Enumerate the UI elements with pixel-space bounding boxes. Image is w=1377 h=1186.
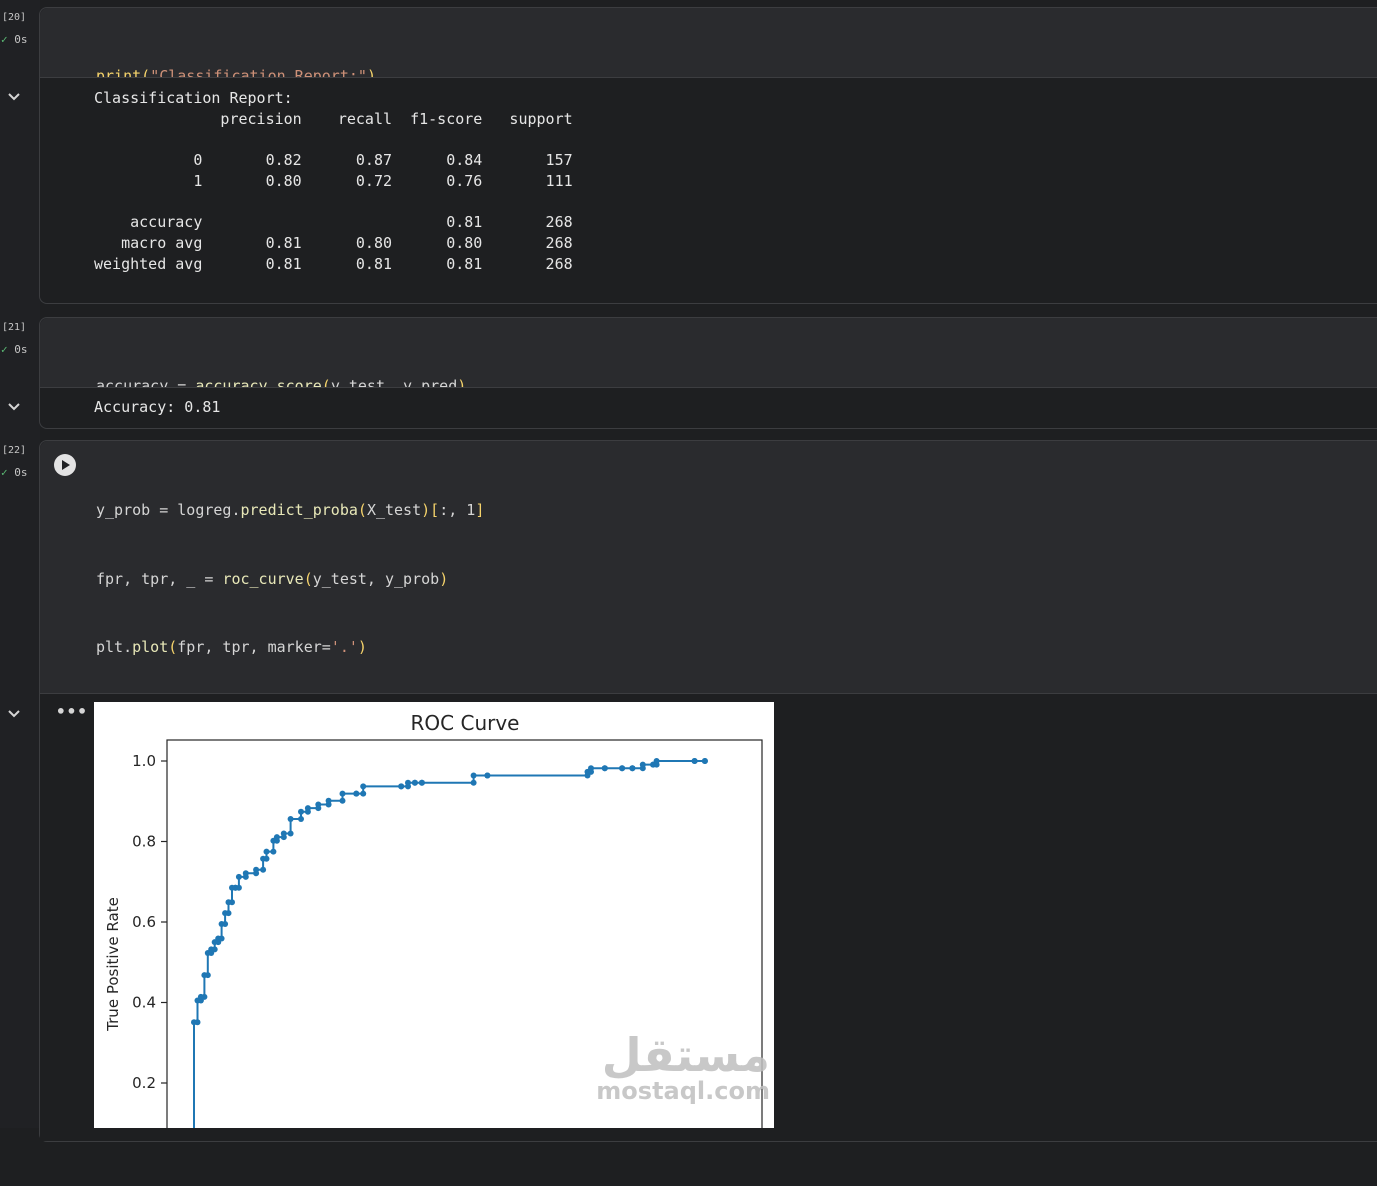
- collapse-output-chevron-icon[interactable]: [6, 398, 22, 414]
- code-editor[interactable]: y_prob = logreg.predict_proba(X_test)[:,…: [40, 441, 1377, 1137]
- roc-point: [470, 772, 477, 779]
- roc-point: [229, 899, 235, 906]
- roc-point: [701, 758, 708, 764]
- roc-point: [304, 805, 311, 812]
- roc-point: [235, 873, 242, 880]
- roc-point: [204, 972, 211, 979]
- y-tick-label: 0.6: [132, 913, 156, 931]
- roc-point: [287, 816, 294, 822]
- roc-point: [353, 790, 360, 797]
- roc-point: [360, 790, 367, 797]
- output-line: precision recall f1-score support: [94, 109, 573, 128]
- roc-curve-plot: ROC Curve 0.2 0.4 0.6 0.8 1.0 True Positive …: [94, 702, 774, 1128]
- roc-point: [235, 884, 242, 891]
- roc-point: [222, 921, 229, 927]
- roc-point: [629, 765, 636, 772]
- cell-output: Accuracy: 0.81: [40, 387, 1377, 428]
- roc-point: [398, 783, 405, 790]
- output-line: 1 0.80 0.72 0.76 111: [94, 171, 573, 190]
- code-line: fpr, tpr, _ = roc_curve(y_test, y_prob): [96, 569, 449, 588]
- roc-point: [273, 834, 280, 841]
- execution-count: [22]: [2, 445, 27, 456]
- roc-point: [211, 946, 218, 953]
- roc-point: [201, 993, 208, 1000]
- y-tick-label: 0.4: [132, 994, 156, 1012]
- roc-point: [484, 772, 491, 779]
- roc-point: [242, 870, 249, 877]
- watermark: مستقل mostaql.com: [596, 1028, 770, 1105]
- execution-time: 0s: [14, 343, 28, 356]
- roc-point: [218, 935, 225, 942]
- output-line: Classification Report:: [94, 89, 293, 107]
- roc-point: [298, 816, 304, 822]
- roc-point: [360, 783, 367, 790]
- cell-gutter: [0, 0, 40, 1128]
- output-line: macro avg 0.81 0.80 0.80 268: [94, 233, 573, 252]
- roc-point: [411, 779, 418, 786]
- execution-status: ✓ 0s: [1, 343, 28, 356]
- chart-title: ROC Curve: [411, 711, 520, 735]
- check-icon: ✓: [1, 343, 8, 356]
- roc-point: [263, 855, 270, 862]
- collapse-output-chevron-icon[interactable]: [6, 88, 22, 104]
- output-line: accuracy 0.81 268: [94, 213, 573, 232]
- y-tick-label: 1.0: [132, 752, 156, 770]
- code-editor[interactable]: accuracy = accuracy_score(y_test, y_pred…: [40, 318, 1377, 464]
- code-editor[interactable]: print("Classification Report:") print(cl…: [40, 8, 1377, 154]
- output-line: weighted avg 0.81 0.81 0.81 268: [94, 254, 573, 273]
- roc-point: [325, 797, 332, 804]
- roc-point: [339, 790, 346, 797]
- code-cell[interactable]: accuracy = accuracy_score(y_test, y_pred…: [39, 317, 1377, 464]
- roc-point: [339, 797, 346, 804]
- accuracy-output: Accuracy: 0.81: [94, 398, 221, 416]
- roc-point: [315, 801, 322, 808]
- cell-output: Classification Report: precision recall …: [40, 77, 1377, 303]
- code-line: plt.plot(fpr, tpr, marker='.'): [96, 638, 367, 657]
- output-line: 0 0.82 0.87 0.84 157: [94, 151, 573, 170]
- watermark-arabic: مستقل: [602, 1028, 770, 1082]
- code-line: y_prob = logreg.predict_proba(X_test)[:,…: [96, 500, 485, 519]
- run-cell-button[interactable]: [54, 454, 76, 476]
- roc-point: [418, 779, 425, 786]
- y-tick-label: 0.8: [132, 833, 156, 851]
- roc-point: [253, 866, 260, 873]
- more-options-icon[interactable]: •••: [56, 702, 88, 721]
- roc-point: [691, 758, 698, 764]
- roc-point: [639, 761, 646, 768]
- execution-count: [21]: [2, 322, 27, 333]
- collapse-output-chevron-icon[interactable]: [6, 705, 22, 721]
- classification-report-output: Classification Report: precision recall …: [94, 88, 573, 274]
- roc-point: [263, 848, 270, 855]
- roc-point: [280, 830, 287, 837]
- roc-point: [619, 765, 626, 772]
- y-axis-ticks: 0.2 0.4 0.6 0.8 1.0: [132, 752, 167, 1092]
- code-cell[interactable]: print("Classification Report:") print(cl…: [39, 7, 1377, 304]
- roc-point: [260, 866, 267, 873]
- roc-point: [270, 848, 277, 855]
- roc-point: [601, 765, 608, 772]
- y-tick-label: 0.2: [132, 1074, 156, 1092]
- roc-point: [194, 1019, 201, 1026]
- execution-count: [20]: [2, 12, 27, 23]
- execution-status: ✓ 0s: [1, 33, 28, 46]
- check-icon: ✓: [1, 33, 8, 46]
- roc-point: [287, 830, 294, 837]
- roc-point: [225, 910, 232, 917]
- roc-point: [405, 779, 411, 786]
- roc-point: [653, 758, 660, 764]
- watermark-latin: mostaql.com: [596, 1077, 770, 1105]
- roc-chart: ROC Curve 0.2 0.4 0.6 0.8 1.0 True Positive …: [104, 711, 770, 1128]
- roc-point: [470, 779, 477, 786]
- roc-point: [298, 808, 304, 815]
- roc-point: [588, 765, 594, 772]
- execution-time: 0s: [14, 466, 28, 479]
- y-axis-label: True Positive Rate: [104, 897, 122, 1032]
- play-icon: [62, 460, 70, 470]
- execution-time: 0s: [14, 33, 28, 46]
- check-icon: ✓: [1, 466, 8, 479]
- execution-status: ✓ 0s: [1, 466, 28, 479]
